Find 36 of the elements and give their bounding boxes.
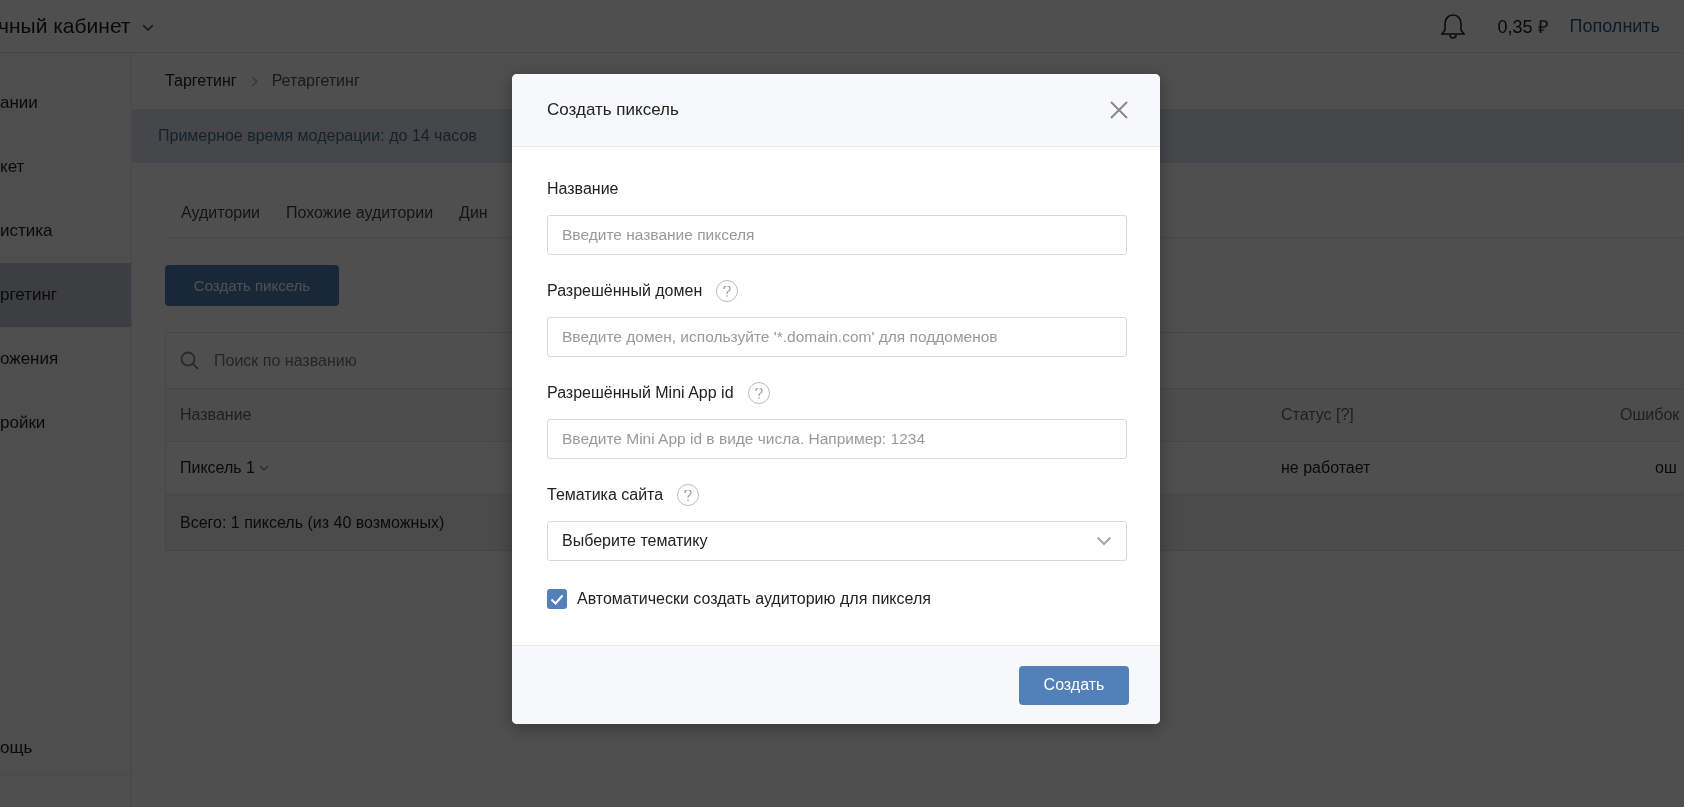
cabinet-title[interactable]: чный кабинет [0,14,131,38]
table-cell-text: не работает [1280,459,1372,477]
table-cell[interactable]: Пиксель 1 [166,459,1267,477]
chevron-down-icon [1096,536,1112,546]
tab[interactable]: Аудитории [181,204,261,222]
topic-select[interactable]: Выберите тематику [547,521,1127,561]
create-button[interactable]: Создать [1019,665,1129,705]
sidebar-item[interactable]: ании [0,71,131,135]
text-input-field[interactable]: Введите Mini App id в виде числа. Например: 1234 [547,419,1127,459]
chevron-right-icon [250,75,258,87]
tab[interactable]: Похожие аудитории [286,204,434,222]
text-input-field[interactable]: Введите домен, используйте '*.domain.com' для поддоменов [547,317,1127,357]
table-cell-text: ош [1654,459,1678,477]
chevron-down-icon [259,465,269,471]
field-label: Разрешённый домен [547,282,703,300]
checkbox[interactable] [547,589,567,609]
breadcrumb-link[interactable]: Таргетинг [165,72,237,90]
checkbox-label: Автоматически создать аудиторию для пикселя [577,590,931,608]
field-label: Название [547,180,619,198]
close-icon[interactable] [1110,101,1128,119]
balance-amount: 0,35 ₽ [1497,16,1548,38]
bell-icon[interactable] [1439,12,1466,40]
check-icon [550,593,564,605]
field-label: Разрешённый Mini App id [547,384,734,402]
chevron-down-icon [142,23,155,31]
sidebar-item[interactable]: ройки [0,391,131,455]
text-input-field[interactable]: Введите название пикселя [547,215,1127,255]
table-total: Всего: 1 пиксель (из 40 возможных) [180,513,445,532]
sidebar-item[interactable]: ожения [0,327,131,391]
field-label: Тематика сайта [547,486,664,504]
tab[interactable]: Дин [459,204,488,222]
sidebar-item[interactable]: истика [0,199,131,263]
top-up-link[interactable]: Пополнить [1569,15,1660,37]
sidebar-item[interactable]: кет [0,135,131,199]
search-icon [180,350,200,371]
sidebar-item[interactable]: ощь [0,722,131,775]
